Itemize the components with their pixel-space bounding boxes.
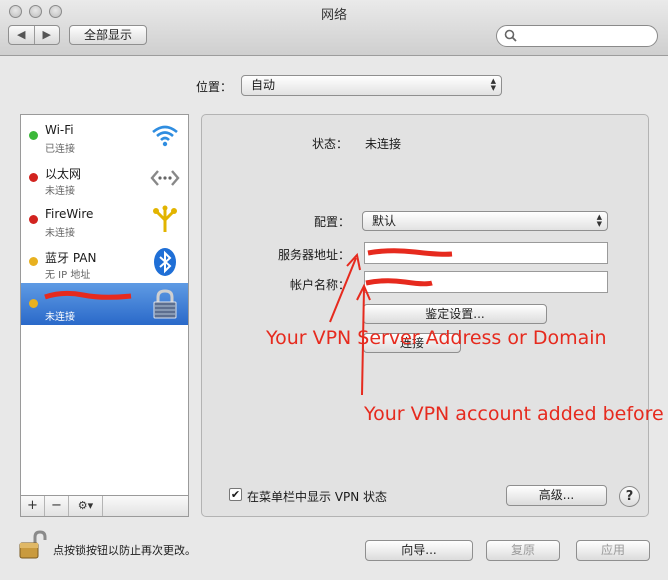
annotation-layer xyxy=(329,248,453,396)
server-annotation: Your VPN Server Address or Domain xyxy=(266,327,607,349)
account-redaction xyxy=(365,278,433,287)
arrow-to-server xyxy=(329,257,357,323)
account-annotation: Your VPN account added before xyxy=(364,403,664,425)
server-redaction xyxy=(367,248,453,257)
network-preferences-window: 网络 ◀ ▶ 全部显示 位置： 自动 ▲ ▼ Wi-Fi 已连接 以太网 未连接… xyxy=(0,0,668,580)
